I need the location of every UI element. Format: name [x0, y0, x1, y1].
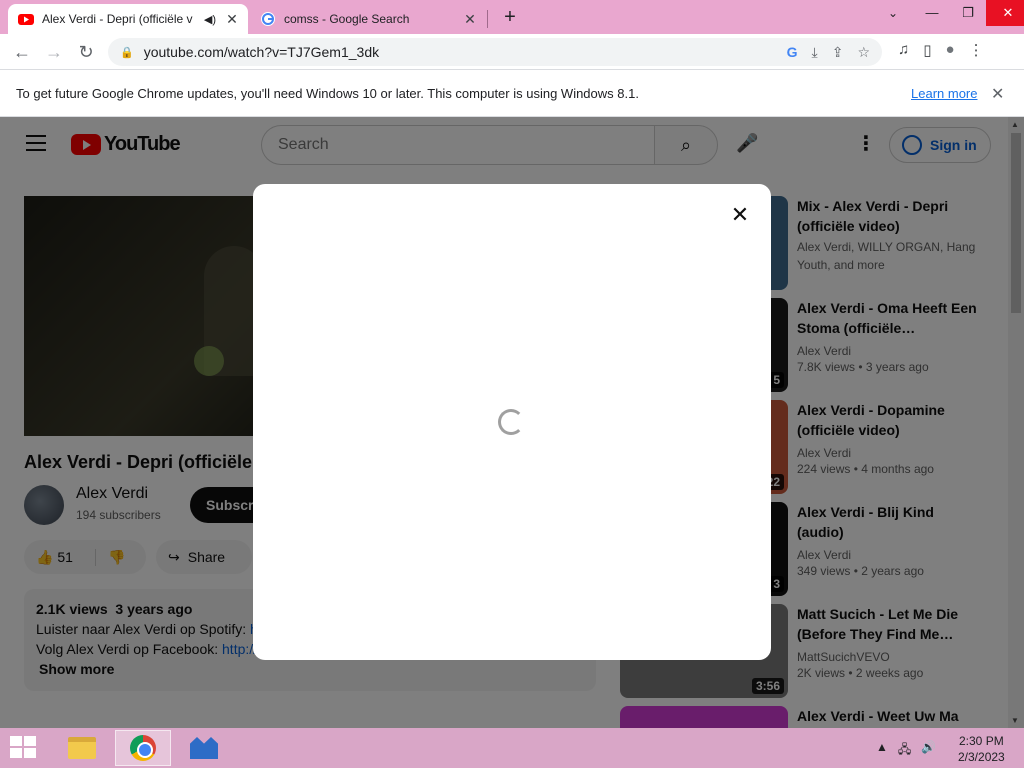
tab-title: comss - Google Search	[284, 12, 410, 26]
clock-date: 2/3/2023	[958, 750, 1005, 764]
infobar-close-button[interactable]: ✕	[991, 84, 1004, 104]
side-panel-icon[interactable]: ▯	[923, 41, 931, 59]
volume-icon[interactable]: 🔊	[921, 740, 936, 761]
url-text[interactable]: youtube.com/watch?v=TJ7Gem1_3dk	[144, 44, 787, 60]
folder-icon	[68, 737, 96, 759]
bookmark-star-icon[interactable]: ☆	[857, 44, 870, 61]
file-explorer-button[interactable]	[54, 730, 110, 766]
dialog-close-button[interactable]: ✕	[727, 202, 753, 228]
window-controls: — ❐ ✕	[914, 0, 1024, 34]
chrome-menu-icon[interactable]: ⋮	[969, 41, 984, 59]
omnibox-icons: G ⤓ ⇪ ☆	[787, 44, 870, 61]
infobar-message: To get future Google Chrome updates, you…	[16, 86, 639, 101]
install-icon[interactable]: ⤓	[812, 44, 818, 61]
clock-time: 2:30 PM	[959, 734, 1004, 748]
tab-youtube[interactable]: Alex Verdi - Depri (officiële v ◀) ✕	[8, 4, 248, 34]
new-tab-button[interactable]: +	[498, 5, 522, 29]
reload-button[interactable]: ↻	[74, 40, 98, 64]
chrome-taskbar-button[interactable]	[115, 730, 171, 766]
network-icon[interactable]: 🖧	[898, 740, 911, 761]
tab-separator	[487, 10, 488, 28]
back-button[interactable]: ←	[10, 40, 34, 64]
audio-playing-icon[interactable]: ◀)	[204, 13, 216, 26]
loading-dialog: ✕	[253, 184, 771, 660]
profile-icon[interactable]: ●	[946, 41, 955, 59]
minimize-button[interactable]: —	[914, 0, 950, 26]
chrome-icon	[130, 735, 156, 761]
learn-more-link[interactable]: Learn more	[911, 86, 977, 101]
share-icon[interactable]: ⇪	[832, 44, 844, 61]
show-hidden-icons-icon[interactable]: ▲	[876, 740, 888, 761]
google-favicon-icon	[261, 12, 275, 26]
clock[interactable]: 2:30 PM 2/3/2023	[958, 733, 1005, 765]
update-infobar: To get future Google Chrome updates, you…	[0, 71, 1024, 117]
tab-title: Alex Verdi - Depri (officiële v	[42, 12, 193, 26]
windows-start-icon[interactable]	[10, 736, 38, 760]
google-lens-icon[interactable]: G	[787, 44, 798, 61]
forward-button[interactable]: →	[42, 40, 66, 64]
system-tray: ▲ 🖧 🔊	[876, 740, 936, 761]
browser-toolbar: ← → ↻ 🔒 youtube.com/watch?v=TJ7Gem1_3dk …	[0, 34, 1024, 70]
tab-close-button[interactable]: ✕	[460, 11, 480, 28]
tab-strip: Alex Verdi - Depri (officiële v ◀) ✕ com…	[0, 0, 1024, 34]
media-control-icon[interactable]: ♫	[898, 41, 909, 59]
tab-close-button[interactable]: ✕	[222, 11, 242, 28]
windows-taskbar: ▲ 🖧 🔊 2:30 PM 2/3/2023	[0, 728, 1024, 768]
lock-icon[interactable]: 🔒	[120, 46, 134, 59]
restore-button[interactable]: ❐	[950, 0, 986, 26]
address-bar[interactable]: 🔒 youtube.com/watch?v=TJ7Gem1_3dk G ⤓ ⇪ …	[108, 38, 882, 66]
youtube-favicon-icon	[18, 14, 34, 25]
app-taskbar-button[interactable]	[176, 730, 232, 766]
loading-spinner-icon	[498, 409, 524, 435]
window-close-button[interactable]: ✕	[986, 0, 1024, 26]
tab-search-icon[interactable]: ⌄	[888, 6, 898, 20]
tab-google-search[interactable]: comss - Google Search ✕	[250, 4, 486, 34]
app-icon	[190, 737, 218, 759]
toolbar-right-icons: ♫ ▯ ● ⋮	[898, 41, 984, 59]
